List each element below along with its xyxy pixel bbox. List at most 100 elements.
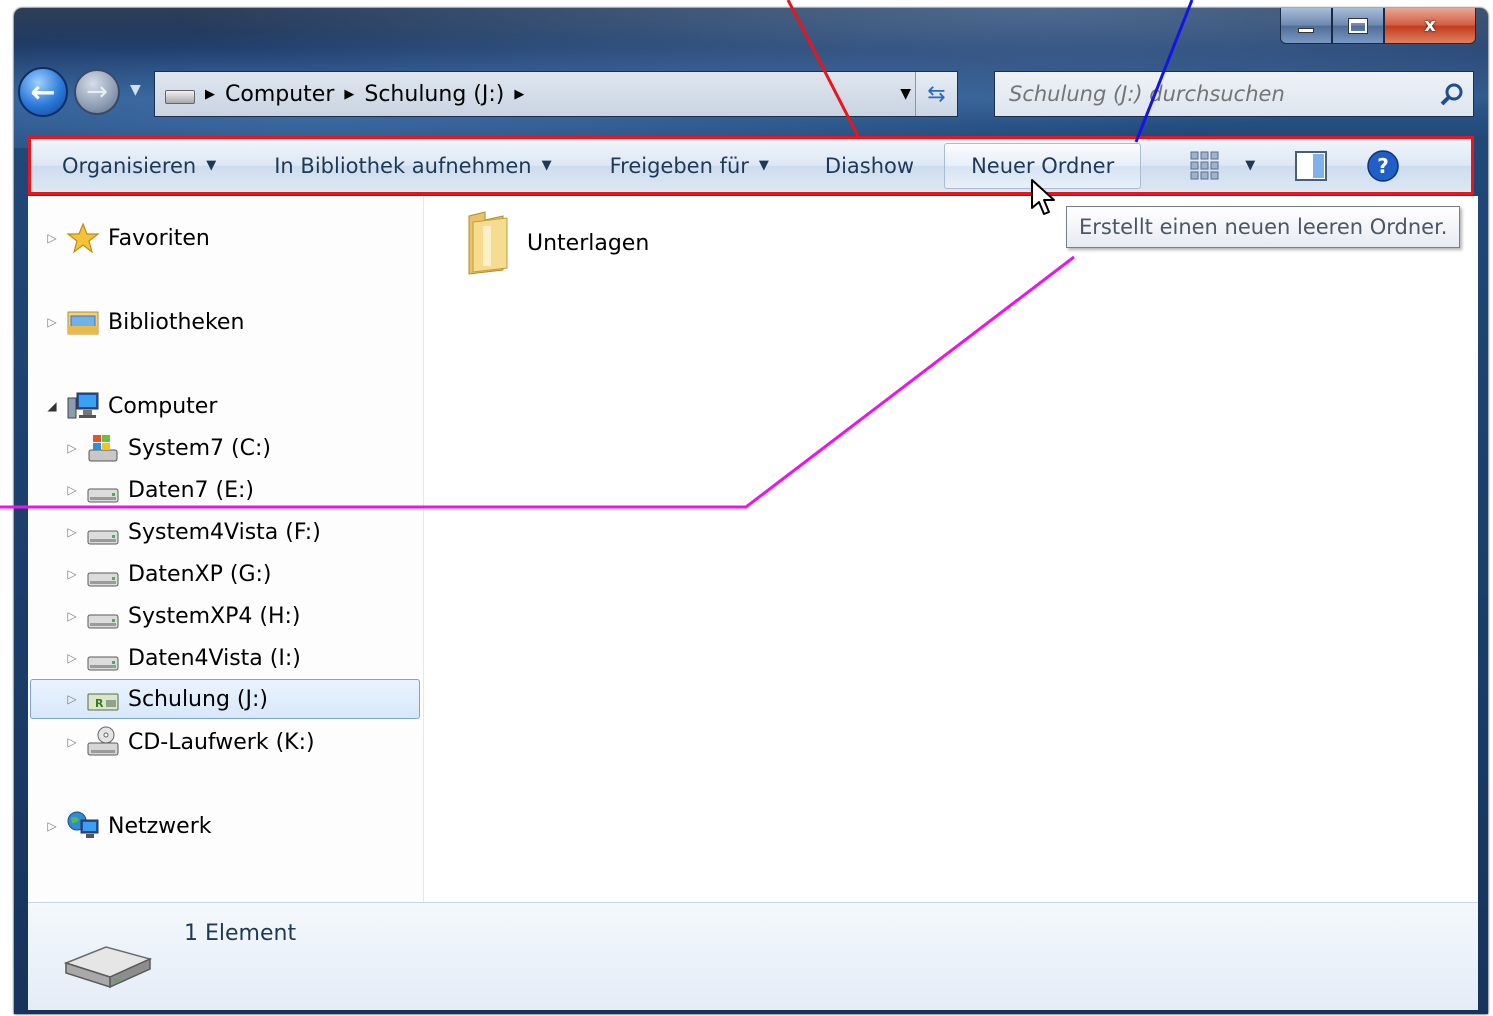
preview-pane-button[interactable] (1295, 150, 1328, 181)
tree-item-drive-selected[interactable]: ▷ R Schulung (J:) (30, 679, 420, 719)
folder-icon (468, 211, 508, 275)
svg-text:R: R (95, 697, 104, 710)
command-bar: Organisieren ▼ In Bibliothek aufnehmen ▼ F… (28, 136, 1474, 195)
minimize-icon (1298, 28, 1314, 33)
drive-label: System7 (C:) (128, 435, 271, 461)
share-with-button[interactable]: Freigeben für ▼ (610, 154, 769, 178)
network-icon (66, 810, 100, 842)
expand-icon[interactable]: ▷ (46, 231, 58, 245)
tree-item-computer[interactable]: ◢ Computer (46, 386, 217, 426)
drive-label: Daten7 (E:) (128, 477, 254, 503)
expand-icon[interactable]: ▷ (66, 735, 78, 749)
breadcrumb-computer[interactable]: Computer (225, 82, 334, 107)
windows-drive-icon (86, 432, 120, 464)
organize-label: Organisieren (62, 153, 197, 178)
tree-label-computer: Computer (108, 393, 218, 419)
include-library-label: In Bibliothek aufnehmen (274, 153, 532, 178)
navigation-bar: ← → ▼ ▶ Computer ▶ Schulung (J:) ▶ ▼ ⇆ (18, 66, 1474, 118)
drive-label: SystemXP4 (H:) (128, 603, 301, 629)
expand-icon[interactable]: ▷ (66, 651, 78, 665)
navigation-pane: ▷ Favoriten ▷ Bibliotheken ◢ Computer ▷ (28, 196, 424, 902)
share-with-label: Freigeben für (609, 153, 749, 178)
chevron-down-icon: ▼ (206, 158, 217, 173)
slideshow-button[interactable]: Diashow (825, 154, 914, 178)
help-icon: ? (1367, 149, 1399, 182)
refresh-icon: ⇆ (927, 81, 946, 107)
maximize-button[interactable] (1332, 8, 1384, 44)
view-grid-icon (1190, 151, 1219, 179)
chevron-down-icon: ▼ (758, 158, 769, 173)
expand-icon[interactable]: ▷ (66, 567, 78, 581)
svg-text:?: ? (1377, 154, 1389, 178)
search-input[interactable] (1009, 82, 1429, 106)
slideshow-label: Diashow (824, 153, 915, 178)
star-icon (66, 222, 100, 254)
chevron-right-icon[interactable]: ▶ (344, 87, 354, 102)
tree-item-drive[interactable]: ▷ Daten4Vista (I:) (66, 638, 301, 678)
content-area: ▷ Favoriten ▷ Bibliotheken ◢ Computer ▷ (28, 196, 1478, 902)
tree-item-libraries[interactable]: ▷ Bibliotheken (46, 302, 244, 342)
tree-item-drive[interactable]: ▷ CD-Laufwerk (K:) (66, 722, 315, 762)
hard-drive-icon (86, 600, 120, 632)
tree-item-drive[interactable]: ▷ System7 (C:) (66, 428, 271, 468)
change-view-button[interactable] (1189, 150, 1221, 182)
expand-icon[interactable]: ▷ (66, 483, 78, 497)
hard-drive-icon (86, 516, 120, 548)
close-button[interactable]: x (1384, 8, 1476, 44)
details-pane: 1 Element (28, 902, 1478, 1010)
back-button[interactable]: ← (18, 67, 68, 117)
chevron-down-icon[interactable]: ▼ (900, 86, 911, 102)
tree-item-drive[interactable]: ▷ System4Vista (F:) (66, 512, 321, 552)
tree-label-favorites: Favoriten (108, 225, 210, 251)
tooltip: Erstellt einen neuen leeren Ordner. (1066, 206, 1461, 248)
forward-button[interactable]: → (74, 69, 120, 115)
computer-icon (66, 390, 100, 422)
drive-label: CD-Laufwerk (K:) (128, 729, 315, 755)
expand-icon[interactable]: ▷ (46, 315, 58, 329)
minimize-button[interactable] (1280, 8, 1332, 44)
library-icon (66, 306, 100, 338)
removable-drive-icon: R (86, 683, 120, 715)
maximize-icon (1348, 17, 1368, 34)
drive-icon (63, 946, 153, 989)
forward-arrow-icon: → (86, 77, 108, 107)
tree-item-favorites[interactable]: ▷ Favoriten (46, 218, 210, 258)
tree-item-drive[interactable]: ▷ Daten7 (E:) (66, 470, 254, 510)
drive-icon (163, 84, 195, 104)
view-options-dropdown[interactable]: ▼ (1245, 158, 1255, 173)
tree-item-drive[interactable]: ▷ DatenXP (G:) (66, 554, 271, 594)
item-count: 1 Element (184, 921, 297, 946)
expand-icon[interactable]: ▷ (66, 441, 78, 455)
tree-item-network[interactable]: ▷ Netzwerk (46, 806, 211, 846)
cd-drive-icon (86, 726, 120, 758)
search-icon[interactable] (1439, 82, 1465, 108)
file-list: Unterlagen (425, 196, 1478, 902)
chevron-right-icon[interactable]: ▶ (514, 87, 524, 102)
expand-icon[interactable]: ▷ (66, 692, 78, 706)
tooltip-text: Erstellt einen neuen leeren Ordner. (1079, 215, 1448, 239)
search-box[interactable] (994, 71, 1474, 117)
address-bar[interactable]: ▶ Computer ▶ Schulung (J:) ▶ ▼ ⇆ (154, 71, 958, 117)
breadcrumb-schulung[interactable]: Schulung (J:) (364, 82, 504, 107)
chevron-down-icon: ▼ (1245, 158, 1256, 173)
include-library-button[interactable]: In Bibliothek aufnehmen ▼ (274, 154, 551, 178)
help-button[interactable]: ? (1367, 149, 1399, 182)
tree-label-network: Netzwerk (108, 813, 212, 839)
drive-label: Daten4Vista (I:) (128, 645, 301, 671)
collapse-icon[interactable]: ◢ (46, 399, 58, 413)
new-folder-label: Neuer Ordner (971, 153, 1115, 178)
chevron-down-icon: ▼ (541, 158, 552, 173)
hard-drive-icon (86, 474, 120, 506)
tree-label-libraries: Bibliotheken (108, 309, 245, 335)
expand-icon[interactable]: ▷ (46, 819, 58, 833)
folder-item[interactable]: Unterlagen (463, 210, 649, 276)
hard-drive-icon (86, 642, 120, 674)
file-name: Unterlagen (527, 230, 650, 256)
organize-button[interactable]: Organisieren ▼ (62, 154, 216, 178)
chevron-right-icon[interactable]: ▶ (205, 87, 215, 102)
tree-item-drive[interactable]: ▷ SystemXP4 (H:) (66, 596, 301, 636)
expand-icon[interactable]: ▷ (66, 525, 78, 539)
refresh-button[interactable]: ⇆ (915, 72, 957, 116)
expand-icon[interactable]: ▷ (66, 609, 78, 623)
history-dropdown-button[interactable]: ▼ (130, 82, 141, 98)
